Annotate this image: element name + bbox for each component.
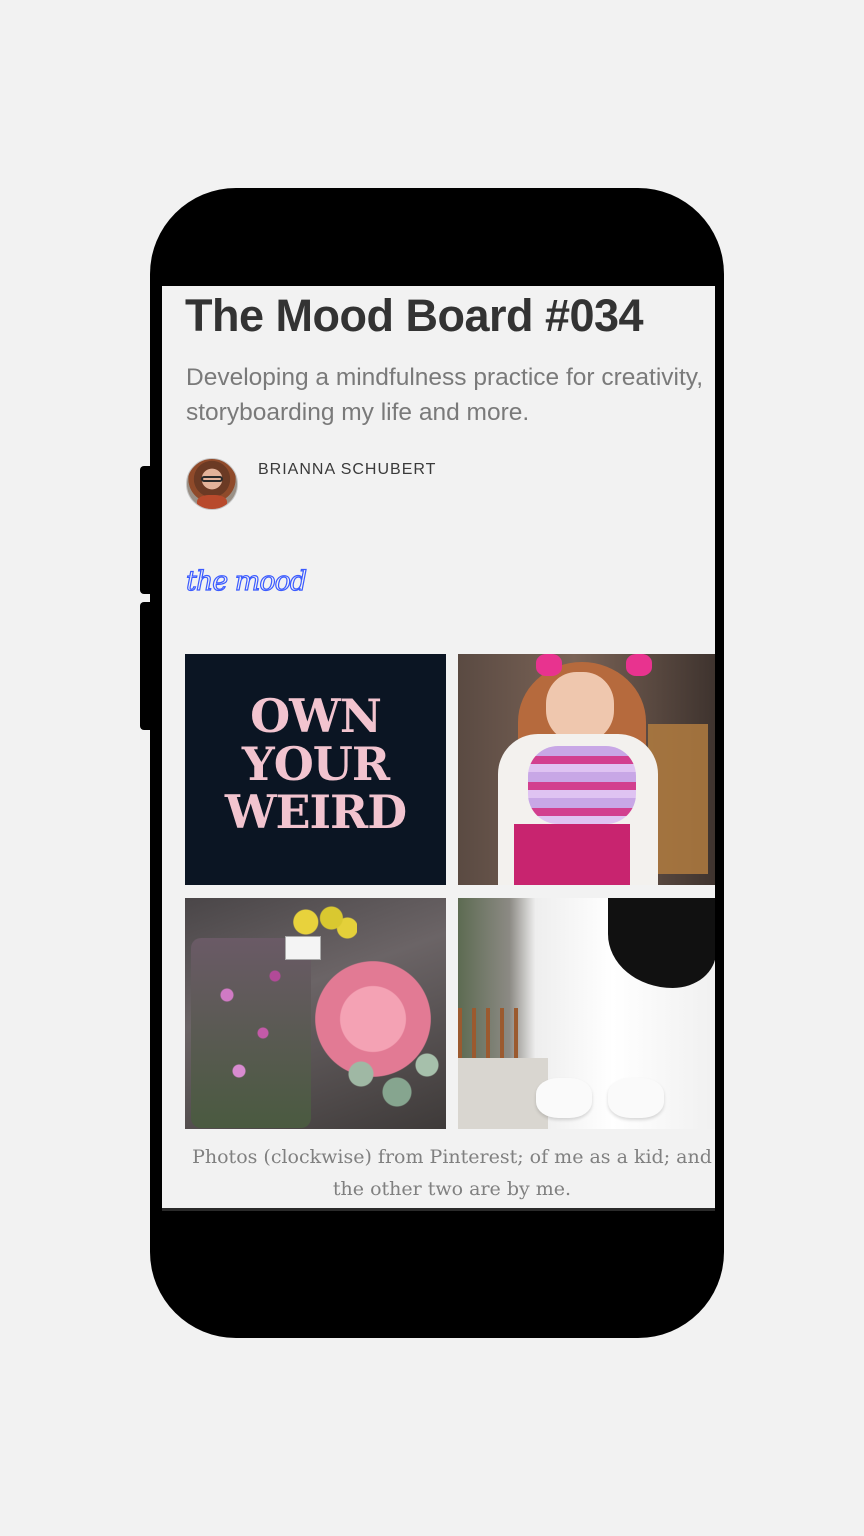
wildflowers-shape xyxy=(191,938,311,1128)
poster-line: WEIRD xyxy=(224,785,407,839)
railing-shape xyxy=(458,1008,518,1058)
phone-screen: The Mood Board #034 Developing a mindful… xyxy=(162,286,715,1211)
avatar-glasses xyxy=(201,476,223,482)
skirt-shape xyxy=(514,824,630,885)
byline: BRIANNA SCHUBERT xyxy=(186,458,436,510)
the-mood-logo: the mood xyxy=(185,565,307,597)
cat-paw-shape xyxy=(536,1078,592,1118)
own-your-weird-poster-image[interactable]: OWN YOUR WEIRD xyxy=(185,654,446,885)
kid-photo-image[interactable] xyxy=(458,654,715,885)
cat-black-patch-shape xyxy=(608,898,715,988)
price-tag-shape xyxy=(285,936,321,960)
flowers-photo-image[interactable] xyxy=(185,898,446,1129)
bow-shape xyxy=(626,654,652,676)
gallery-caption: Photos (clockwise) from Pinterest; of me… xyxy=(192,1146,712,1200)
avatar-scarf xyxy=(197,495,227,509)
eucalyptus-shape xyxy=(325,1038,445,1128)
face-shape xyxy=(546,672,614,742)
author-name[interactable]: BRIANNA SCHUBERT xyxy=(258,461,436,479)
author-avatar[interactable] xyxy=(186,458,238,510)
tutu-shape xyxy=(528,746,636,824)
poster-line: OWN xyxy=(250,689,382,743)
poster-lettering: OWN YOUR WEIRD xyxy=(185,692,446,836)
cat-paw-shape xyxy=(608,1078,664,1118)
post-title: The Mood Board #034 xyxy=(185,290,644,341)
poster-line: YOUR xyxy=(241,737,390,791)
window-sill-shape xyxy=(458,1058,548,1129)
cat-photo-image[interactable] xyxy=(458,898,715,1129)
bow-shape xyxy=(536,654,562,676)
post-subtitle: Developing a mindfulness practice for cr… xyxy=(186,364,704,426)
